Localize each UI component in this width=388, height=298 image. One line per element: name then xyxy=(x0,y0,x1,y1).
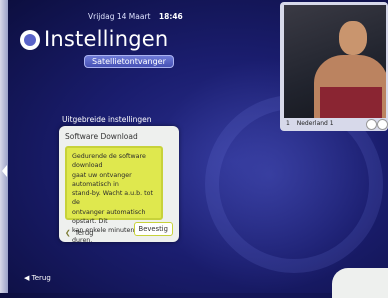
channel-number: 1 xyxy=(286,120,290,127)
footer-back-button[interactable]: ◀ Terug xyxy=(24,274,51,282)
dialog-back-button[interactable]: ❮ Terug xyxy=(65,229,93,237)
dialog-message-line: stand-by. Wacht a.u.b. tot de xyxy=(72,190,153,207)
date-text: Vrijdag 14 Maart xyxy=(88,12,151,21)
back-arrow-icon: ❮ xyxy=(65,229,71,237)
date-time: Vrijdag 14 Maart 18:46 xyxy=(88,12,183,21)
subtitle-badge: Satellietontvanger xyxy=(84,55,174,68)
dialog-message-line: Gedurende de software download xyxy=(72,153,146,170)
dialog-title: Software Download xyxy=(65,132,138,141)
dialog-message-line: gaat uw ontvanger automatisch in xyxy=(72,171,132,188)
time-text: 18:46 xyxy=(158,12,183,21)
video-figure-suit xyxy=(320,87,382,118)
confirm-button[interactable]: Bevestig xyxy=(133,222,173,236)
tv-preview-window[interactable]: 1 Nederland 1 xyxy=(280,2,388,131)
dialog-message: Gedurende de software download gaat uw o… xyxy=(65,146,163,244)
arrow-left-icon xyxy=(2,165,7,177)
page-title: Instellingen xyxy=(44,27,169,51)
dialog-back-label: Terug xyxy=(74,229,94,237)
corner-panel xyxy=(332,268,388,298)
side-panel-tab[interactable] xyxy=(0,0,8,293)
back-arrow-icon: ◀ xyxy=(24,274,30,282)
channel-minus-icon[interactable] xyxy=(366,119,377,130)
channel-plus-icon[interactable] xyxy=(377,119,388,130)
video-figure-head xyxy=(339,21,367,55)
tv-video xyxy=(284,5,386,118)
settings-logo-icon xyxy=(20,30,40,50)
section-heading: Uitgebreide instellingen xyxy=(62,115,152,124)
channel-caption: 1 Nederland 1 xyxy=(286,120,334,127)
footer-back-label: Terug xyxy=(31,274,51,282)
software-download-dialog: Software Download Gedurende de software … xyxy=(59,126,179,244)
channel-name: Nederland 1 xyxy=(296,120,334,127)
